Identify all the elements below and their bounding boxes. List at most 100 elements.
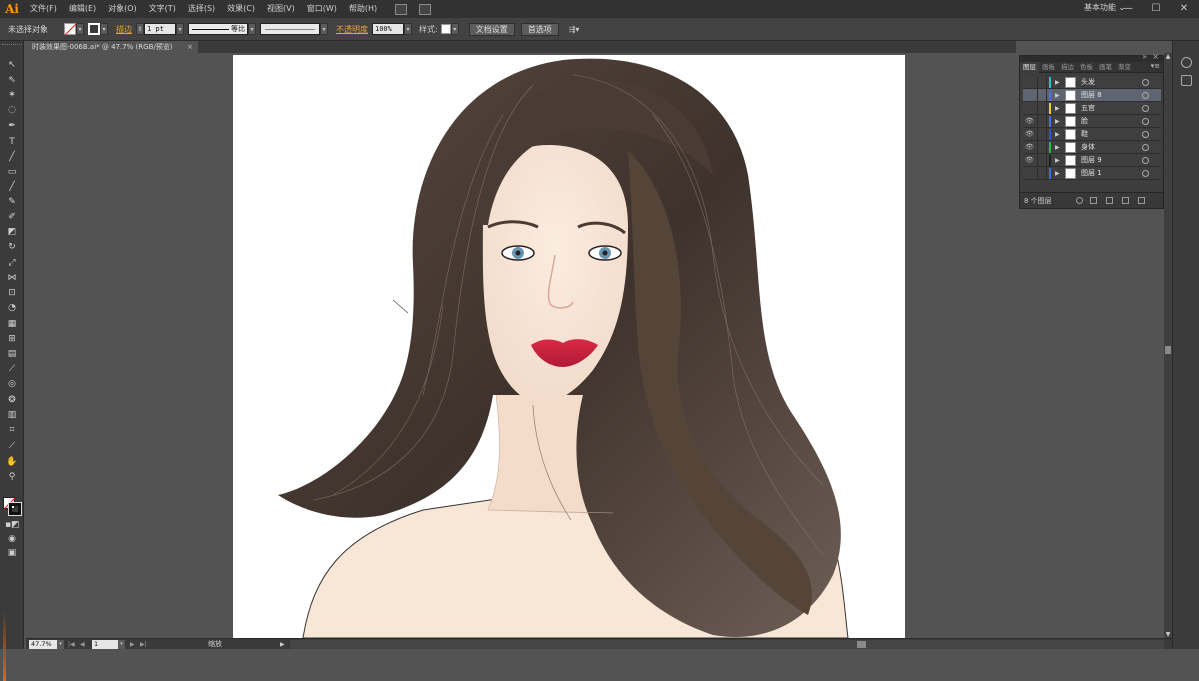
lock-toggle[interactable] bbox=[1037, 102, 1047, 115]
target-circle-icon[interactable] bbox=[1142, 170, 1149, 177]
rectangle-tool-icon[interactable]: ▭ bbox=[5, 166, 19, 178]
status-menu-icon[interactable]: ▶ bbox=[280, 639, 285, 650]
make-clipping-mask-icon[interactable] bbox=[1090, 197, 1097, 204]
layer-name[interactable]: 图层 9 bbox=[1081, 154, 1102, 167]
locate-object-icon[interactable] bbox=[1076, 197, 1083, 204]
mesh-tool-icon[interactable]: ⊞ bbox=[5, 333, 19, 345]
direct-selection-tool-icon[interactable]: ⇖ bbox=[5, 74, 19, 86]
horizontal-scroll-thumb[interactable] bbox=[857, 641, 866, 648]
previous-artboard-icon[interactable]: ◀ bbox=[80, 639, 85, 650]
target-circle-icon[interactable] bbox=[1142, 144, 1149, 151]
expand-triangle-icon[interactable]: ▶ bbox=[1055, 128, 1060, 141]
lasso-tool-icon[interactable]: ◌ bbox=[5, 104, 19, 116]
minimize-button[interactable]: — bbox=[1116, 0, 1140, 18]
preferences-button[interactable]: 首选项 bbox=[520, 22, 559, 36]
appearance-icon[interactable] bbox=[1181, 57, 1192, 68]
lock-toggle[interactable] bbox=[1037, 167, 1047, 180]
gradient-tool-icon[interactable]: ▤ bbox=[5, 348, 19, 360]
opacity-link[interactable]: 不透明度 bbox=[336, 24, 368, 35]
expand-triangle-icon[interactable]: ▶ bbox=[1055, 76, 1060, 89]
free-transform-tool-icon[interactable]: ⊡ bbox=[5, 287, 19, 299]
stroke-link[interactable]: 描边 bbox=[116, 24, 132, 35]
visibility-eye-icon[interactable]: 👁 bbox=[1025, 118, 1034, 125]
new-layer-icon[interactable] bbox=[1122, 197, 1129, 204]
vertical-scrollbar[interactable]: ▲ ▼ bbox=[1164, 53, 1172, 638]
profile-dropdown-icon[interactable]: ▾ bbox=[248, 23, 256, 35]
zoom-dropdown-icon[interactable]: ▾ bbox=[57, 640, 64, 649]
drawing-mode-icon[interactable]: ◉ bbox=[5, 533, 19, 545]
style-dropdown-icon[interactable]: ▾ bbox=[450, 23, 459, 35]
collapse-panel-icon[interactable]: » bbox=[1142, 52, 1147, 61]
first-artboard-icon[interactable]: |◀ bbox=[68, 639, 75, 650]
color-mode-icons[interactable]: ▪◩ bbox=[5, 519, 20, 531]
artboard[interactable] bbox=[233, 55, 905, 638]
perspective-grid-tool-icon[interactable]: ▦ bbox=[5, 318, 19, 330]
scroll-up-icon[interactable]: ▲ bbox=[1164, 53, 1172, 60]
menu-select[interactable]: 选择(S) bbox=[182, 0, 221, 18]
maximize-button[interactable]: ☐ bbox=[1144, 0, 1168, 18]
vertical-scroll-thumb[interactable] bbox=[1165, 346, 1171, 354]
zoom-level-field[interactable]: 47.7% bbox=[29, 640, 57, 649]
panel-menu-icon[interactable]: ▾≡ bbox=[1151, 62, 1160, 70]
target-circle-icon[interactable] bbox=[1142, 92, 1149, 99]
menu-help[interactable]: 帮助(H) bbox=[343, 0, 383, 18]
layer-row[interactable]: 👁 ▶ 鞋 bbox=[1023, 128, 1161, 141]
tab-artboards[interactable]: 画板 bbox=[1039, 62, 1058, 73]
stroke-weight-dropdown-icon[interactable]: ▾ bbox=[176, 23, 184, 35]
menu-object[interactable]: 对象(O) bbox=[102, 0, 143, 18]
slice-tool-icon[interactable]: ⟋ bbox=[5, 440, 19, 452]
next-artboard-icon[interactable]: ▶ bbox=[130, 639, 135, 650]
lock-toggle[interactable] bbox=[1037, 76, 1047, 89]
width-tool-icon[interactable]: ⋈ bbox=[5, 272, 19, 284]
artboard-tool-icon[interactable]: ⌗ bbox=[5, 424, 19, 436]
opacity-input[interactable]: 100% bbox=[372, 23, 404, 35]
target-circle-icon[interactable] bbox=[1142, 157, 1149, 164]
fill-dropdown-icon[interactable]: ▾ bbox=[76, 23, 84, 35]
lock-toggle[interactable] bbox=[1037, 115, 1047, 128]
layer-name[interactable]: 五官 bbox=[1081, 102, 1095, 115]
expand-triangle-icon[interactable]: ▶ bbox=[1055, 115, 1060, 128]
layer-row[interactable]: 👁 ▶ 脸 bbox=[1023, 115, 1161, 128]
layer-name[interactable]: 图层 8 bbox=[1081, 89, 1102, 102]
lock-toggle[interactable] bbox=[1037, 154, 1047, 167]
magic-wand-tool-icon[interactable]: ✶ bbox=[5, 89, 19, 101]
color-panel-icon[interactable] bbox=[1181, 75, 1192, 86]
layer-row[interactable]: ▶ 图层 1 bbox=[1023, 167, 1161, 180]
shape-builder-tool-icon[interactable]: ◔ bbox=[5, 302, 19, 314]
menu-view[interactable]: 视图(V) bbox=[261, 0, 301, 18]
eraser-tool-icon[interactable]: ◩ bbox=[5, 226, 19, 238]
zoom-tool-icon[interactable]: ⚲ bbox=[5, 471, 19, 483]
layer-name[interactable]: 身体 bbox=[1081, 141, 1095, 154]
target-circle-icon[interactable] bbox=[1142, 118, 1149, 125]
fill-stroke-selector[interactable] bbox=[3, 497, 23, 517]
expand-triangle-icon[interactable]: ▶ bbox=[1055, 102, 1060, 115]
stroke-dropdown-icon[interactable]: ▾ bbox=[100, 23, 108, 35]
pen-tool-icon[interactable]: ✒ bbox=[5, 120, 19, 132]
pencil-tool-icon[interactable]: ✎ bbox=[5, 196, 19, 208]
selection-tool-icon[interactable]: ↖ bbox=[5, 59, 19, 71]
layer-name[interactable]: 鞋 bbox=[1081, 128, 1088, 141]
document-setup-button[interactable]: 文档设置 bbox=[468, 22, 515, 36]
visibility-eye-icon[interactable]: 👁 bbox=[1025, 131, 1034, 138]
menu-file[interactable]: 文件(F) bbox=[24, 0, 63, 18]
last-artboard-icon[interactable]: ▶| bbox=[140, 639, 147, 650]
close-panel-icon[interactable]: × bbox=[1152, 52, 1159, 61]
variable-width-profile[interactable]: 等比 bbox=[188, 23, 248, 35]
tab-layers[interactable]: 图层 bbox=[1020, 61, 1039, 73]
brush-dropdown-icon[interactable]: ▾ bbox=[320, 23, 328, 35]
tab-stroke[interactable]: 描边 bbox=[1058, 62, 1077, 73]
lock-toggle[interactable] bbox=[1037, 89, 1047, 102]
expand-triangle-icon[interactable]: ▶ bbox=[1055, 154, 1060, 167]
line-tool-icon[interactable]: ╱ bbox=[5, 151, 19, 163]
layer-name[interactable]: 脸 bbox=[1081, 115, 1088, 128]
type-tool-icon[interactable]: T bbox=[5, 136, 19, 148]
column-graph-tool-icon[interactable]: ▥ bbox=[5, 409, 19, 421]
new-sublayer-icon[interactable] bbox=[1106, 197, 1113, 204]
visibility-eye-icon[interactable] bbox=[1025, 105, 1034, 112]
expand-triangle-icon[interactable]: ▶ bbox=[1055, 167, 1060, 180]
eyedropper-tool-icon[interactable]: ⟋ bbox=[5, 363, 19, 375]
graphic-style-swatch[interactable] bbox=[440, 24, 451, 34]
arrange-icon[interactable]: ⇶▾ bbox=[569, 25, 580, 34]
layer-row[interactable]: 👁 ▶ 图层 9 bbox=[1023, 154, 1161, 167]
tab-brushes[interactable]: 画笔 bbox=[1096, 62, 1115, 73]
